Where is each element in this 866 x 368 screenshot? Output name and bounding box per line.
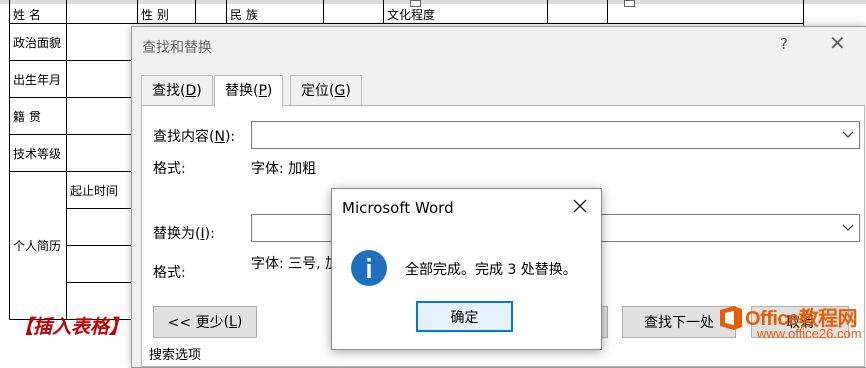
- chevron-down-icon[interactable]: [837, 215, 859, 241]
- info-icon: [350, 249, 388, 291]
- table-cell: [547, 0, 608, 24]
- tab-goto-accesskey: G: [334, 83, 346, 99]
- tab-find-label: 查找: [152, 83, 180, 99]
- replace-with-accesskey: I: [200, 226, 205, 242]
- tab-find[interactable]: 查找(D): [141, 75, 213, 106]
- tab-replace[interactable]: 替换(P): [214, 75, 284, 107]
- row-label: 出生年月: [9, 60, 67, 98]
- chevron-down-icon[interactable]: [837, 122, 859, 148]
- tab-replace-label: 替换: [225, 83, 253, 99]
- help-button[interactable]: ?: [780, 35, 788, 53]
- search-options-label: 搜索选项: [149, 348, 202, 363]
- tab-find-accesskey: D: [185, 83, 197, 99]
- table-cell: [66, 0, 138, 24]
- find-what-label: 查找内容(N):: [153, 129, 236, 145]
- less-button-label: << 更少: [167, 315, 224, 331]
- table-cell: 民 族: [226, 0, 324, 24]
- find-what-combobox[interactable]: [251, 121, 860, 149]
- message-box-title: Microsoft Word: [342, 199, 454, 217]
- section-heading: 【插入表格】: [14, 316, 129, 338]
- tab-goto[interactable]: 定位(G): [290, 75, 362, 106]
- replace-with-text: 替换为: [153, 226, 195, 242]
- watermark-url: www.office26.com: [757, 326, 862, 341]
- close-icon[interactable]: [572, 198, 588, 218]
- tab-replace-accesskey: P: [258, 83, 267, 99]
- table-cell: [66, 208, 138, 246]
- table-cell: 文化程度: [383, 0, 548, 24]
- find-format-label: 格式:: [153, 161, 186, 177]
- table-row: 姓 名 性 别 民 族 文化程度: [9, 0, 804, 24]
- table-cell: 性 别: [137, 0, 196, 24]
- row-label: 个人简历: [9, 171, 67, 320]
- find-what-accesskey: N: [214, 129, 225, 145]
- office-logo-icon: [720, 306, 742, 330]
- table-cell: [323, 0, 384, 24]
- replace-format-label: 格式:: [153, 265, 186, 281]
- find-format-value: 字体: 加粗: [251, 161, 317, 177]
- tab-goto-label: 定位: [301, 83, 329, 99]
- table-cell: 姓 名: [9, 0, 67, 24]
- find-what-text: 查找内容: [153, 129, 209, 145]
- dialog-title: 查找和替换: [142, 40, 212, 56]
- close-button[interactable]: ✕: [829, 33, 846, 53]
- message-box-titlebar: Microsoft Word: [332, 189, 601, 227]
- replace-with-label: 替换为(I):: [153, 226, 215, 242]
- ok-button[interactable]: 确定: [416, 301, 513, 332]
- less-button-accesskey: L: [229, 314, 237, 330]
- watermark: Office教程网 www.office26.com: [713, 296, 866, 352]
- row-label: 政治面貌: [9, 23, 67, 61]
- replace-format-value: 字体: 三号, 加: [251, 256, 340, 272]
- less-button[interactable]: << 更少(L): [153, 306, 257, 338]
- row-label: 技术等级: [9, 134, 67, 172]
- resume-time-header: 起止时间: [66, 171, 138, 209]
- row-label: 籍 贯: [9, 97, 67, 135]
- message-box-body: 全部完成。完成 3 处替换。 确定: [332, 227, 601, 349]
- message-box: Microsoft Word 全部完成。完成 3 处替换。 确定: [331, 188, 602, 350]
- table-cell: [607, 0, 804, 24]
- table-cell: [66, 245, 138, 283]
- table-cell: [195, 0, 227, 24]
- message-text: 全部完成。完成 3 处替换。: [405, 262, 577, 278]
